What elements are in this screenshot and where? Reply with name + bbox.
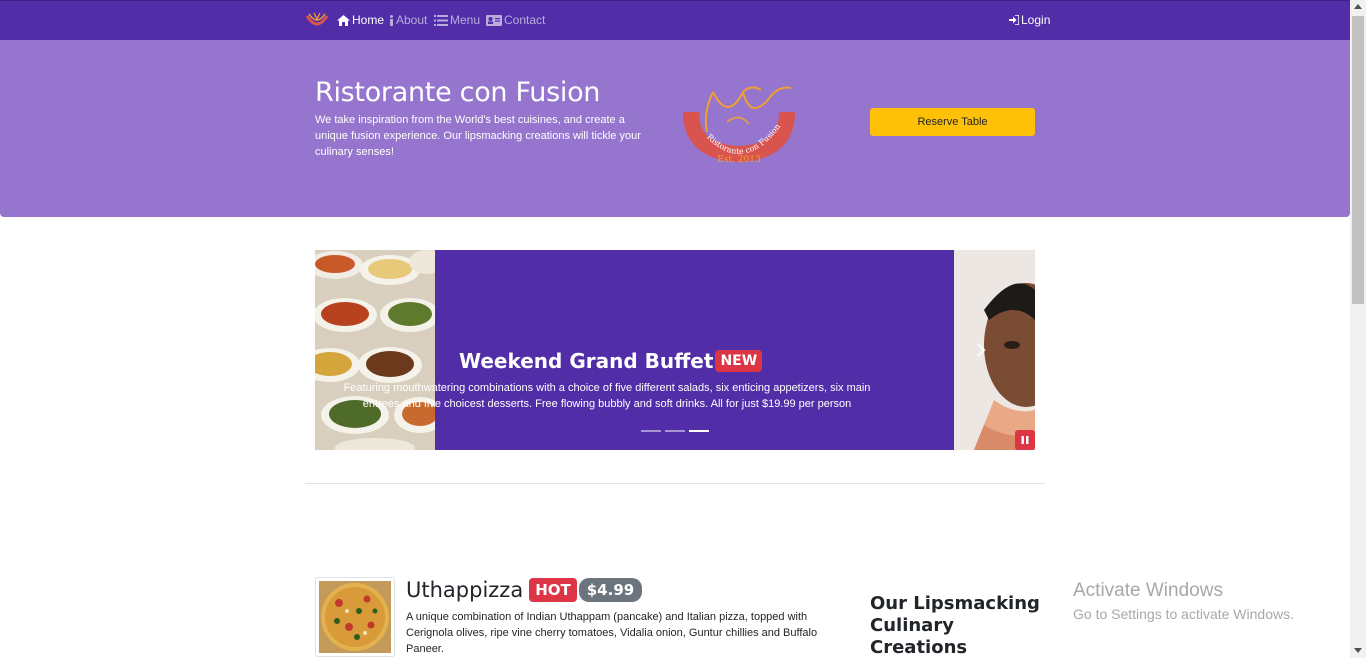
page: Home About Menu Contact Login Ristorante… bbox=[0, 0, 1366, 658]
activate-windows-subtitle: Go to Settings to activate Windows. bbox=[1073, 606, 1294, 622]
promotion-description: Featuring mouthwatering combinations wit… bbox=[343, 382, 871, 410]
buffet-food-image bbox=[315, 250, 435, 450]
nav-menu-link[interactable]: Menu bbox=[434, 13, 480, 27]
promotion-name: Weekend Grand Buffet bbox=[459, 349, 714, 373]
top-navbar: Home About Menu Contact Login bbox=[0, 0, 1350, 40]
login-label: Login bbox=[1021, 13, 1051, 27]
nav-contact-link[interactable]: Contact bbox=[486, 13, 545, 27]
nav-contact-label: Contact bbox=[504, 13, 546, 27]
slide-caption-title: Weekend Grand Buffet NEW bbox=[459, 349, 763, 373]
dish-name: Uthappizza bbox=[406, 578, 524, 602]
carousel-indicator-3[interactable] bbox=[689, 430, 709, 432]
culinary-creations-heading: Our Lipsmacking Culinary Creations bbox=[870, 593, 1040, 658]
info-icon bbox=[390, 14, 393, 26]
dish-heading: Uthappizza HOT $4.99 bbox=[406, 578, 643, 602]
new-badge: NEW bbox=[715, 350, 763, 372]
chevron-right-icon bbox=[977, 343, 986, 357]
nav-home-link[interactable]: Home bbox=[337, 13, 384, 27]
login-link[interactable]: Login bbox=[1009, 13, 1050, 27]
sign-in-icon bbox=[1009, 15, 1019, 25]
hero-jumbotron: Ristorante con Fusion We take inspiratio… bbox=[0, 40, 1350, 217]
scrollbar-thumb[interactable] bbox=[1352, 16, 1364, 304]
nav-about-label: About bbox=[396, 13, 428, 27]
carousel-next-button[interactable] bbox=[973, 342, 989, 358]
activate-windows-title: Activate Windows bbox=[1073, 580, 1223, 601]
restaurant-tagline: We take inspiration from the World's bes… bbox=[315, 114, 641, 158]
navbar-container: Home About Menu Contact Login bbox=[305, 1, 1050, 41]
nav-home-label: Home bbox=[352, 13, 385, 27]
logo-est-text: Est. 2013 bbox=[717, 155, 761, 164]
page-scrollbar[interactable] bbox=[1350, 0, 1366, 658]
nav-menu-label: Menu bbox=[450, 13, 481, 27]
scroll-down-arrow-icon[interactable] bbox=[1354, 648, 1362, 653]
address-card-icon bbox=[486, 14, 502, 26]
carousel-indicator-1[interactable] bbox=[641, 430, 661, 432]
carousel-indicator-2[interactable] bbox=[665, 430, 685, 432]
pause-icon bbox=[1021, 436, 1029, 444]
restaurant-logo: Ristorante con Fusion Est. 2013 bbox=[683, 82, 795, 165]
price-badge: $4.99 bbox=[578, 578, 643, 602]
dish-description: A unique combination of Indian Uthappam … bbox=[406, 611, 818, 655]
carousel-pause-button[interactable] bbox=[1015, 430, 1035, 450]
restaurant-title: Ristorante con Fusion bbox=[315, 77, 601, 108]
hot-badge: HOT bbox=[529, 578, 577, 602]
nav-about-link[interactable]: About bbox=[389, 13, 427, 27]
uthappizza-image bbox=[319, 581, 391, 653]
scroll-up-arrow-icon[interactable] bbox=[1354, 4, 1362, 9]
promo-carousel: Weekend Grand Buffet NEW Featuring mouth… bbox=[315, 250, 1035, 450]
restaurant-logo-icon[interactable] bbox=[305, 10, 329, 32]
section-divider bbox=[305, 483, 1045, 484]
home-icon bbox=[337, 14, 350, 26]
chef-photo bbox=[954, 250, 1035, 450]
dish-thumbnail bbox=[315, 577, 395, 657]
list-icon bbox=[434, 14, 448, 26]
reserve-table-button[interactable]: Reserve Table bbox=[870, 108, 1035, 136]
